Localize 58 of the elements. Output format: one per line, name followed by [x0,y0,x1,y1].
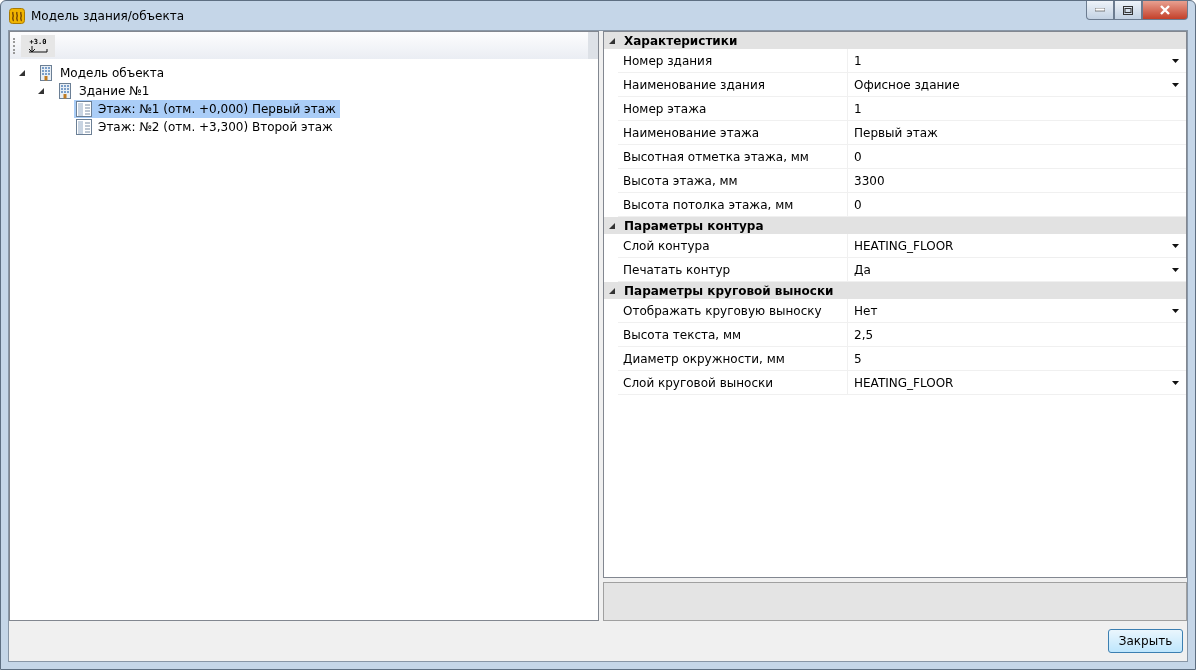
caret-icon [1172,380,1179,385]
minimize-button[interactable] [1086,1,1114,20]
close-button[interactable] [1142,1,1188,20]
property-value[interactable]: 0 [848,193,1186,216]
property-name: Отображать круговую выноску [618,299,848,322]
caret-icon [1172,267,1179,272]
building-icon [38,65,54,81]
caret-icon [1172,243,1179,248]
property-name: Наименование здания [618,73,848,96]
property-name: Наименование этажа [618,121,848,144]
property-name: Диаметр окружности, мм [618,347,848,370]
window-title: Модель здания/объекта [31,8,185,23]
caret-icon [1172,58,1179,63]
property-dropdown[interactable]: HEATING_FLOOR [848,371,1186,394]
property-value[interactable]: 5 [848,347,1186,370]
category-header: Характеристики [624,33,738,48]
property-name: Слой круговой выноски [618,371,848,394]
building-icon [57,83,73,99]
caret-icon [1172,308,1179,313]
tree-item[interactable]: Этаж: №2 (отм. +3,300) Второй этаж [74,118,337,136]
property-value[interactable]: 2,5 [848,323,1186,346]
caret-icon [1172,82,1179,87]
tree-item[interactable]: Здание №1 [55,82,154,100]
tree-item[interactable]: Модель объекта [36,64,169,82]
expander-icon[interactable] [608,36,616,45]
property-value[interactable]: 0 [848,145,1186,168]
floor-icon [76,119,92,135]
property-name: Номер здания [618,49,848,72]
close-dialog-button[interactable]: Закрыть [1108,629,1183,653]
category-header: Параметры контура [624,218,764,233]
close-icon [1159,5,1171,15]
property-name: Высота текста, мм [618,323,848,346]
expander-icon[interactable] [18,69,26,77]
property-name: Печатать контур [618,258,848,281]
property-dropdown[interactable]: Офисное здание [848,73,1186,96]
property-dropdown[interactable]: HEATING_FLOOR [848,234,1186,257]
property-name: Высота этажа, мм [618,169,848,192]
property-name: Высотная отметка этажа, мм [618,145,848,168]
property-dropdown[interactable]: Нет [848,299,1186,322]
maximize-icon [1123,5,1133,15]
minimize-icon [1095,8,1105,12]
expander-icon[interactable] [608,221,616,230]
maximize-button[interactable] [1114,1,1142,20]
elevation-arrow-icon [28,46,48,53]
property-name: Слой контура [618,234,848,257]
expander-icon[interactable] [608,286,616,295]
expander-icon[interactable] [37,87,45,95]
property-dropdown[interactable]: 1 [848,49,1186,72]
property-value[interactable]: Первый этаж [848,121,1186,144]
category-header: Параметры круговой выноски [624,283,834,298]
floor-icon [76,101,92,117]
property-value[interactable]: 3300 [848,169,1186,192]
app-icon [9,7,25,24]
property-dropdown[interactable]: Да [848,258,1186,281]
property-name: Высота потолка этажа, мм [618,193,848,216]
property-name: Номер этажа [618,97,848,120]
tree-item[interactable]: Этаж: №1 (отм. +0,000) Первый этаж [74,100,340,118]
property-value[interactable]: 1 [848,97,1186,120]
